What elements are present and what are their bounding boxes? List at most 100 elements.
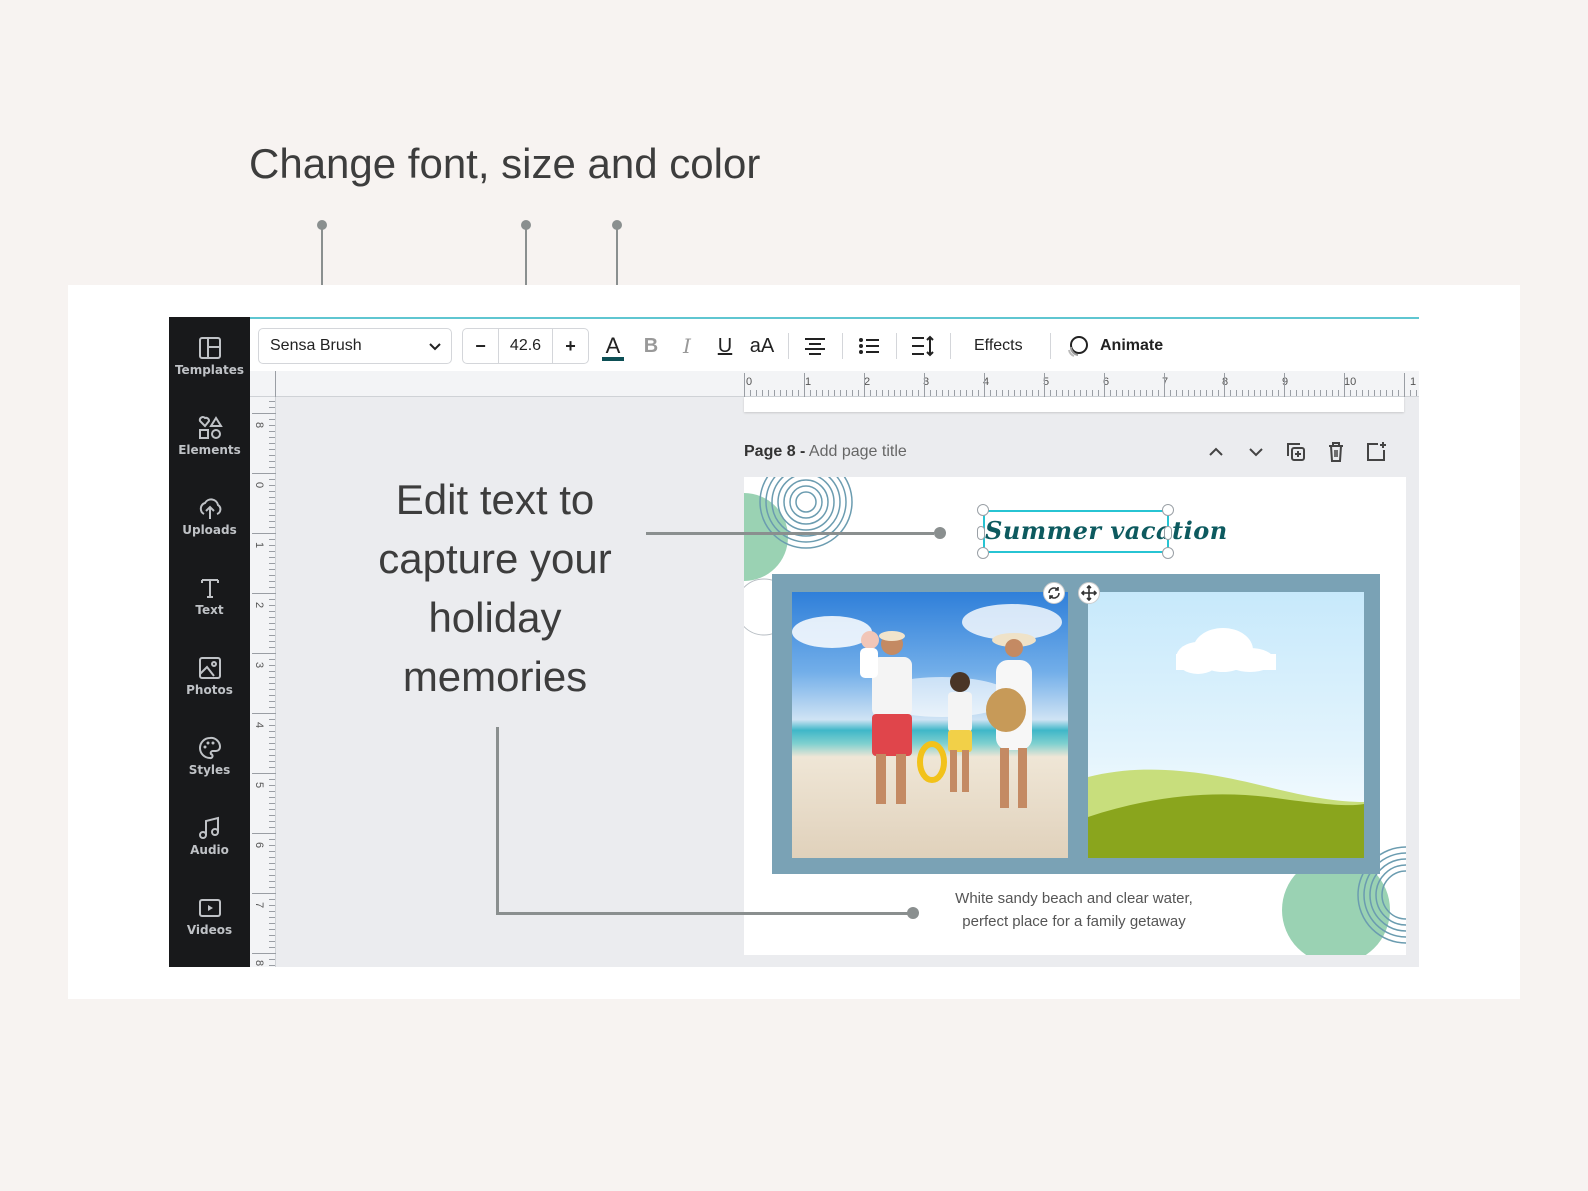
page-number-label: Page 8 - — [744, 443, 806, 460]
duplicate-page-icon[interactable] — [1284, 440, 1308, 464]
chevron-down-icon[interactable] — [1244, 440, 1268, 464]
ruler-tick — [1110, 390, 1111, 396]
design-page[interactable]: Summer vacation White sandy beach and cl… — [744, 477, 1406, 955]
ruler-tick — [1410, 390, 1411, 396]
sidebar-item-audio[interactable]: Audio — [169, 797, 250, 863]
ruler-tick — [269, 455, 275, 456]
ruler-tick — [1398, 390, 1399, 396]
sidebar-item-elements[interactable]: Elements — [169, 397, 250, 463]
canva-editor: Templates Elements Uploads Text Photos S… — [169, 317, 1419, 967]
ruler-tick — [252, 953, 276, 954]
effects-button[interactable]: Effects — [974, 330, 1023, 362]
headline: Change font, size and color — [249, 140, 761, 187]
ruler-number: 7 — [253, 901, 266, 909]
increase-font-size-button[interactable]: + — [552, 329, 588, 363]
ruler-tick — [1086, 390, 1087, 396]
ruler-tick — [1308, 390, 1309, 396]
ruler-tick — [269, 881, 275, 882]
callout-line-title — [646, 532, 934, 535]
video-icon — [198, 899, 221, 917]
ruler-tick — [269, 719, 275, 720]
italic-button[interactable]: I — [674, 330, 700, 362]
move-handle[interactable] — [1078, 582, 1100, 604]
ruler-number: 10 — [1344, 376, 1357, 388]
ruler-tick — [1146, 390, 1147, 396]
ruler-tick — [1092, 390, 1093, 396]
text-color-icon: A — [605, 333, 621, 358]
callout-line-caption-vertical — [496, 727, 499, 915]
ruler-tick — [269, 911, 275, 912]
ruler-tick — [269, 677, 275, 678]
font-family-dropdown[interactable]: Sensa Brush — [258, 328, 452, 364]
photos-icon — [198, 657, 221, 679]
sidebar-item-label: Templates — [174, 363, 245, 377]
resize-handle[interactable] — [977, 547, 989, 559]
font-size-input[interactable]: 42.6 — [499, 329, 552, 363]
ruler-tick — [269, 863, 275, 864]
page-title-input[interactable]: Add page title — [809, 443, 907, 460]
ruler-tick — [1104, 373, 1105, 397]
sidebar-item-uploads[interactable]: Uploads — [169, 477, 250, 543]
ruler-tick — [269, 737, 275, 738]
ruler-tick — [252, 713, 276, 714]
ruler-tick — [252, 533, 276, 534]
sidebar-item-templates[interactable]: Templates — [169, 317, 250, 383]
ruler-tick — [1236, 390, 1237, 396]
text-color-swatch — [602, 357, 624, 361]
ruler-tick — [942, 390, 943, 396]
ruler-tick — [269, 575, 275, 576]
alignment-button[interactable] — [802, 330, 828, 362]
ruler-tick — [1272, 390, 1273, 396]
ruler-tick — [252, 473, 276, 474]
bold-button[interactable]: B — [638, 330, 664, 362]
ruler-number: 7 — [1162, 376, 1169, 388]
spacing-button[interactable] — [910, 330, 936, 362]
photo-caption[interactable]: White sandy beach and clear water, perfe… — [894, 887, 1254, 933]
rotate-handle[interactable] — [1043, 582, 1065, 604]
trash-icon[interactable] — [1324, 440, 1348, 464]
toolbar-divider — [842, 333, 843, 359]
resize-handle[interactable] — [1162, 547, 1174, 559]
resize-handle[interactable] — [977, 504, 989, 516]
ruler-tick — [269, 671, 275, 672]
sidebar-item-label: Videos — [186, 923, 233, 937]
music-icon — [198, 816, 219, 839]
ruler-number: 1 — [805, 376, 812, 388]
letter-case-button[interactable]: aA — [746, 330, 778, 362]
add-page-icon[interactable] — [1364, 440, 1388, 464]
chevron-up-icon[interactable] — [1204, 440, 1228, 464]
resize-handle[interactable] — [1162, 504, 1174, 516]
list-button[interactable] — [856, 330, 882, 362]
ruler-number: 8 — [1222, 376, 1229, 388]
ruler-tick — [1170, 390, 1171, 396]
ruler-tick — [822, 390, 823, 396]
underline-button[interactable]: U — [712, 330, 738, 362]
ruler-tick — [1302, 390, 1303, 396]
decrease-font-size-button[interactable]: − — [463, 329, 499, 363]
ruler-tick — [984, 373, 985, 397]
landscape-placeholder-image[interactable] — [1088, 592, 1364, 858]
ruler-number: 1 — [253, 541, 266, 549]
sidebar-item-videos[interactable]: Videos — [169, 877, 250, 943]
sidebar-item-styles[interactable]: Styles — [169, 717, 250, 783]
ruler-tick — [269, 695, 275, 696]
toolbar-divider — [896, 333, 897, 359]
selected-text-box[interactable]: Summer vacation — [983, 510, 1227, 553]
resize-handle[interactable] — [977, 526, 985, 540]
ruler-tick — [269, 557, 275, 558]
ruler-tick — [269, 767, 275, 768]
resize-handle[interactable] — [1164, 526, 1172, 540]
ruler-tick — [269, 485, 275, 486]
title-text[interactable]: Summer vacation — [985, 516, 1227, 545]
ruler-tick — [1248, 390, 1249, 396]
ruler-tick — [269, 647, 275, 648]
text-color-button[interactable]: A — [598, 330, 628, 362]
ruler-tick — [912, 390, 913, 396]
sidebar-item-text[interactable]: Text — [169, 557, 250, 623]
animate-button[interactable]: Animate — [1100, 330, 1163, 362]
photo-grid-frame[interactable] — [772, 574, 1380, 874]
family-beach-photo[interactable] — [792, 592, 1068, 858]
ruler-tick — [1188, 390, 1189, 396]
ruler-tick — [269, 935, 275, 936]
sidebar-item-photos[interactable]: Photos — [169, 637, 250, 703]
